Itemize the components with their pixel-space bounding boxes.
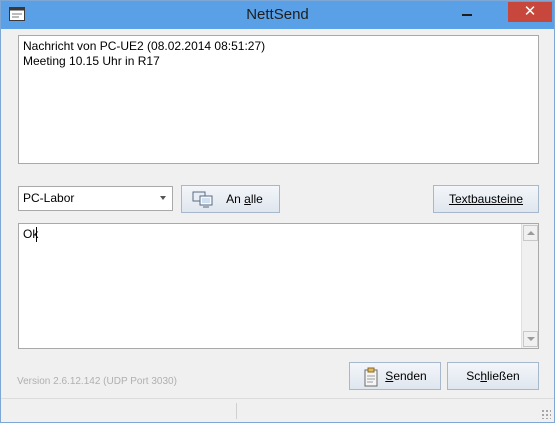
send-to-all-label-accesskey: a bbox=[244, 192, 251, 206]
status-pane bbox=[3, 403, 237, 419]
send-to-all-label-suffix: lle bbox=[250, 192, 263, 206]
message-line: Meeting 10.15 Uhr in R17 bbox=[23, 54, 160, 68]
chevron-up-icon bbox=[527, 231, 535, 235]
title-bar: NettSend ✕ bbox=[1, 1, 554, 29]
recipient-selected-value: PC-Labor bbox=[23, 191, 75, 205]
computers-icon bbox=[192, 191, 213, 208]
chevron-down-icon[interactable] bbox=[160, 196, 166, 200]
status-bar bbox=[1, 398, 554, 422]
scroll-up-button[interactable] bbox=[523, 225, 538, 241]
message-line: Nachricht von PC-UE2 (08.02.2014 08:51:2… bbox=[23, 39, 266, 53]
nettsend-window: NettSend ✕ Nachricht von PC-UE2 (08.02.2… bbox=[0, 0, 555, 423]
close-label-suffix: ließen bbox=[487, 369, 520, 383]
input-scrollbar[interactable] bbox=[521, 224, 538, 348]
text-caret bbox=[36, 227, 37, 242]
scroll-down-button[interactable] bbox=[523, 331, 538, 347]
resize-grip-icon[interactable] bbox=[541, 409, 551, 419]
send-to-all-button[interactable]: An alle bbox=[181, 185, 280, 213]
message-history[interactable]: Nachricht von PC-UE2 (08.02.2014 08:51:2… bbox=[18, 35, 539, 164]
message-input[interactable]: Ok bbox=[18, 223, 539, 349]
send-to-all-label-prefix: An bbox=[226, 192, 245, 206]
close-label-prefix: Sc bbox=[466, 369, 481, 383]
version-label: Version 2.6.12.142 (UDP Port 3030) bbox=[17, 376, 177, 387]
close-button[interactable]: Schließen bbox=[447, 362, 539, 390]
text-templates-button[interactable]: Textbausteine bbox=[433, 185, 539, 213]
chevron-down-icon bbox=[527, 337, 535, 341]
minimize-button[interactable] bbox=[454, 5, 480, 23]
recipient-select[interactable]: PC-Labor bbox=[18, 186, 173, 211]
close-label-accesskey: h bbox=[480, 369, 487, 383]
close-window-button[interactable]: ✕ bbox=[508, 2, 552, 22]
send-clipboard-icon bbox=[364, 367, 378, 387]
send-button[interactable]: Senden bbox=[349, 362, 441, 390]
send-label-suffix: enden bbox=[393, 369, 427, 383]
